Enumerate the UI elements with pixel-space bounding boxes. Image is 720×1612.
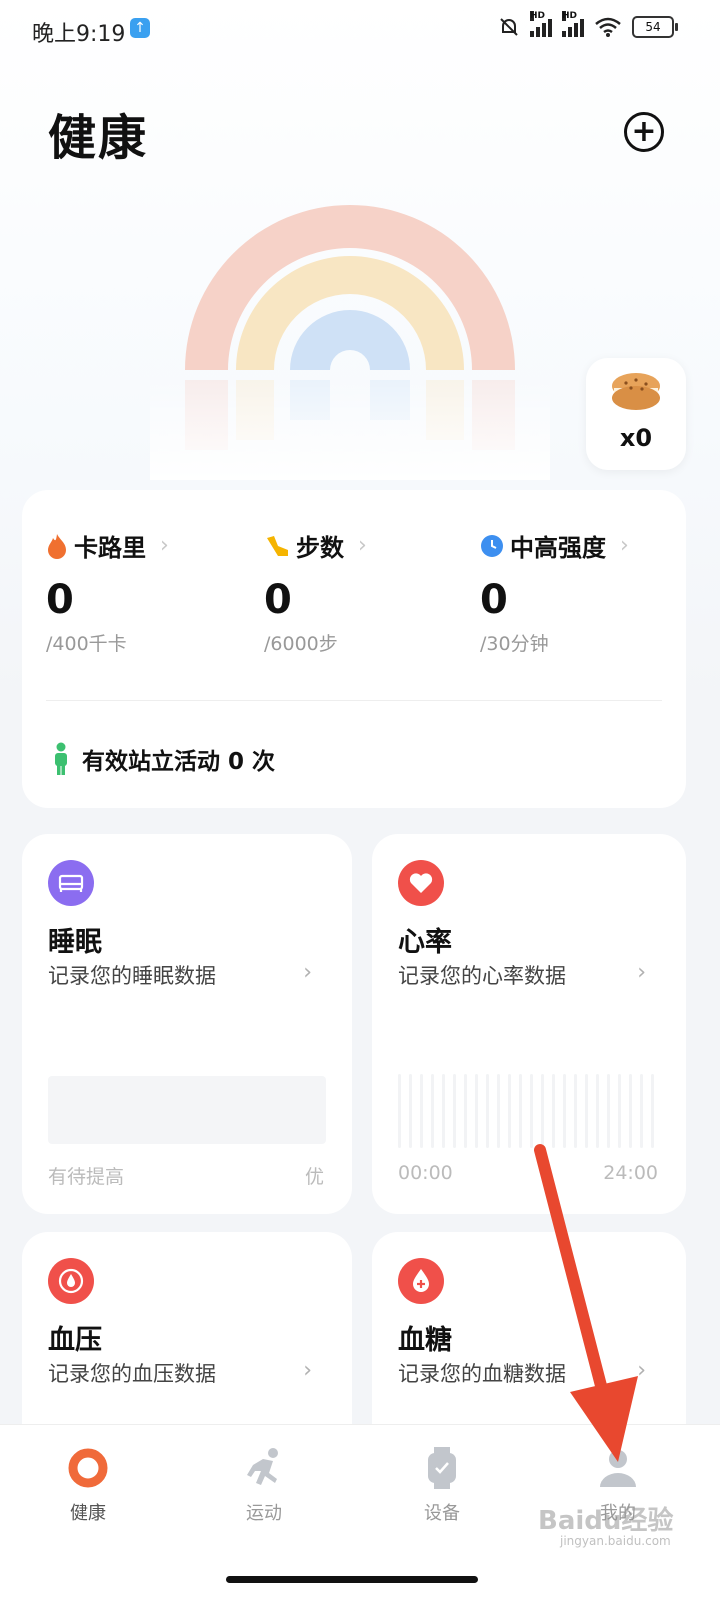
shoe-icon bbox=[267, 535, 288, 556]
heart-axis-start: 00:00 bbox=[398, 1162, 453, 1184]
heart-rate-bar bbox=[552, 1074, 555, 1148]
heart-rate-bar bbox=[651, 1074, 654, 1148]
sleep-scale-low: 有待提高 bbox=[48, 1166, 125, 1188]
status-icons: HD HD 54 bbox=[498, 11, 678, 38]
tile-subtitle: 记录您的睡眠数据 bbox=[48, 964, 216, 988]
watermark-url: jingyan.baidu.com bbox=[560, 1534, 671, 1548]
metric-intensity[interactable]: 中高强度 › 0 /30分钟 bbox=[480, 528, 680, 656]
wifi-icon bbox=[595, 17, 621, 37]
heart-rate-chart bbox=[398, 1074, 660, 1148]
heart-rate-bar bbox=[442, 1074, 445, 1148]
tab-label: 设备 bbox=[424, 1503, 460, 1524]
annotation-arrow bbox=[534, 1144, 638, 1462]
heart-rate-bar bbox=[530, 1074, 533, 1148]
sleep-quality-bar bbox=[48, 1076, 326, 1144]
bed-icon bbox=[48, 860, 94, 906]
tile-title: 血糖 bbox=[398, 1325, 452, 1356]
tile-title: 心率 bbox=[398, 927, 452, 958]
standing-person-icon bbox=[55, 742, 67, 775]
metric-calories[interactable]: 卡路里 › 0 /400千卡 bbox=[46, 528, 246, 656]
heart-rate-bar bbox=[475, 1074, 478, 1148]
tab-devices[interactable]: 设备 bbox=[382, 1447, 502, 1525]
bell-muted-icon bbox=[500, 18, 518, 36]
sleep-card[interactable]: 睡眠 记录您的睡眠数据 › 有待提高 优 bbox=[22, 834, 352, 1214]
heart-rate-bar bbox=[607, 1074, 610, 1148]
metric-label: 卡路里 bbox=[74, 534, 146, 562]
reward-count: x0 bbox=[619, 424, 653, 452]
watermark: Baidu经验 bbox=[538, 1506, 674, 1536]
cookie-icon bbox=[612, 373, 660, 410]
heart-rate-bar bbox=[585, 1074, 588, 1148]
heart-icon bbox=[398, 860, 444, 906]
chevron-right-icon: › bbox=[303, 960, 312, 985]
heart-rate-bar bbox=[486, 1074, 489, 1148]
metric-label: 步数 bbox=[296, 534, 344, 562]
watch-icon bbox=[428, 1447, 456, 1489]
chevron-right-icon: › bbox=[160, 533, 169, 558]
heart-rate-bar bbox=[574, 1074, 577, 1148]
heart-rate-bar bbox=[596, 1074, 599, 1148]
metric-value: 0 bbox=[264, 577, 292, 623]
activity-summary-card[interactable]: 卡路里 › 0 /400千卡 步数 › 0 /6000步 中高强度 › 0 /3… bbox=[22, 490, 686, 808]
heart-rate-bar bbox=[398, 1074, 401, 1148]
heart-rate-bar bbox=[409, 1074, 412, 1148]
upload-icon: ↑ bbox=[130, 18, 150, 38]
signal-icon-2: HD bbox=[562, 11, 584, 37]
metric-goal: /6000步 bbox=[264, 633, 338, 655]
chevron-right-icon: › bbox=[303, 1358, 312, 1383]
tab-health[interactable]: 健康 bbox=[28, 1447, 148, 1525]
tab-sports[interactable]: 运动 bbox=[204, 1447, 324, 1525]
heart-rate-bar bbox=[618, 1074, 621, 1148]
chevron-right-icon: › bbox=[620, 533, 629, 558]
battery-icon: 54 bbox=[632, 16, 678, 38]
chevron-right-icon: › bbox=[637, 960, 646, 985]
reward-card[interactable]: x0 bbox=[586, 358, 686, 470]
heart-rate-bar bbox=[563, 1074, 566, 1148]
heart-rate-bar bbox=[453, 1074, 456, 1148]
metric-value: 0 bbox=[46, 577, 74, 623]
metric-label: 中高强度 bbox=[510, 534, 606, 562]
tile-title: 血压 bbox=[48, 1325, 102, 1356]
status-time: 晚上9:19 bbox=[32, 22, 126, 47]
stand-text: 有效站立活动 0 次 bbox=[82, 749, 276, 775]
heart-rate-bar bbox=[640, 1074, 643, 1148]
metric-goal: /400千卡 bbox=[46, 633, 127, 655]
metric-value: 0 bbox=[480, 577, 508, 623]
page-title: 健康 bbox=[48, 110, 149, 166]
heart-rate-bar bbox=[519, 1074, 522, 1148]
chevron-right-icon: › bbox=[358, 533, 367, 558]
glucose-drop-icon bbox=[398, 1258, 444, 1304]
divider bbox=[46, 700, 662, 701]
clock-icon bbox=[481, 534, 503, 557]
heart-rate-bar bbox=[541, 1074, 544, 1148]
heart-rate-bar bbox=[508, 1074, 511, 1148]
heart-rate-bar bbox=[497, 1074, 500, 1148]
metric-goal: /30分钟 bbox=[480, 633, 549, 655]
activity-rings[interactable] bbox=[150, 190, 550, 480]
stand-activity-row[interactable]: 有效站立活动 0 次 bbox=[52, 742, 275, 776]
runner-icon bbox=[247, 1448, 278, 1485]
heart-rate-bar bbox=[420, 1074, 423, 1148]
ring-icon bbox=[68, 1448, 108, 1488]
sleep-scale-high: 优 bbox=[304, 1166, 324, 1188]
signal-icon: HD bbox=[530, 11, 552, 37]
tile-subtitle: 记录您的血压数据 bbox=[48, 1362, 216, 1386]
blood-drop-icon bbox=[48, 1258, 94, 1304]
tab-label: 健康 bbox=[70, 1503, 106, 1524]
metric-steps[interactable]: 步数 › 0 /6000步 bbox=[264, 528, 464, 656]
plus-circle-icon[interactable]: + bbox=[624, 112, 664, 152]
heart-rate-bar bbox=[431, 1074, 434, 1148]
home-indicator[interactable] bbox=[226, 1576, 478, 1583]
heart-rate-bar bbox=[629, 1074, 632, 1148]
flame-icon bbox=[48, 533, 66, 559]
tile-subtitle: 记录您的心率数据 bbox=[398, 964, 566, 988]
tab-label: 运动 bbox=[246, 1503, 282, 1524]
tile-title: 睡眠 bbox=[48, 927, 102, 958]
heart-rate-bar bbox=[464, 1074, 467, 1148]
